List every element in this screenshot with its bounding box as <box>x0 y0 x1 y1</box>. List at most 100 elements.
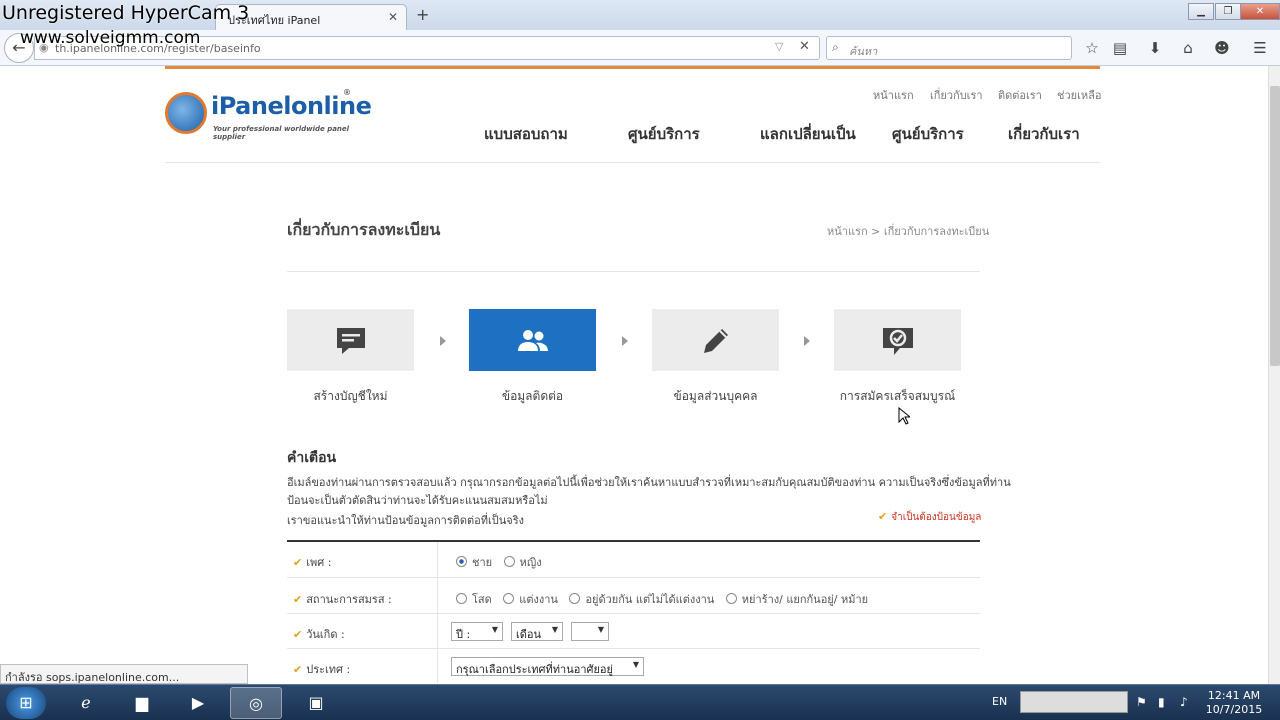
chevron-down-icon: ▼ <box>491 625 498 634</box>
hypercam-watermark: Unregistered HyperCam 3 <box>2 2 250 24</box>
minimize-icon[interactable]: ▁ <box>1188 3 1214 20</box>
menu-icon[interactable]: ☰ <box>1250 38 1270 58</box>
warning-title: คำเตือน <box>287 450 337 466</box>
nav-service-center-2[interactable]: ศูนย์บริการ <box>892 122 964 146</box>
stop-icon[interactable]: ✕ <box>799 39 810 54</box>
bookmarks-list-icon[interactable]: ▤ <box>1110 38 1130 58</box>
radio-button[interactable] <box>569 593 581 604</box>
watermark-url: www.solveigmm.com <box>20 28 201 48</box>
message-icon <box>287 309 414 371</box>
year-select-value: ปี : <box>456 628 471 641</box>
month-select-value: เดือน <box>516 628 542 641</box>
country-select[interactable]: กรุณาเลือกประเทศที่ท่านอาศัยอยู่ ▼ <box>451 657 644 676</box>
required-note-text: จำเป็นต้องป้อนข้อมูล <box>891 512 982 523</box>
close-tab-icon[interactable]: ✕ <box>388 10 398 24</box>
home-icon[interactable]: ⌂ <box>1178 38 1198 58</box>
required-note: ✔ จำเป็นต้องป้อนข้อมูล <box>878 510 981 525</box>
clock-time: 12:41 AM <box>1207 689 1261 702</box>
nav-service-center[interactable]: ศูนย์บริการ <box>628 122 700 146</box>
download-icon[interactable]: ⬇ <box>1145 38 1165 58</box>
url-dropdown-icon[interactable]: ▽ <box>775 40 783 53</box>
form-top-border <box>287 540 980 542</box>
new-tab-icon[interactable]: + <box>416 5 429 24</box>
radio-button[interactable] <box>725 593 737 604</box>
header-divider <box>165 162 1100 163</box>
screen: ประเทศไทย iPanel ✕ + ▁ ❐ ✕ ← ◉ th.ipanel… <box>0 0 1280 720</box>
internet-explorer-icon[interactable]: ℯ <box>60 687 112 719</box>
app-window-icon[interactable]: ▣ <box>290 687 342 719</box>
day-select[interactable]: ▼ <box>571 622 609 641</box>
step-label-personal-info: ข้อมูลส่วนบุคคล <box>673 389 758 403</box>
vertical-scrollbar[interactable] <box>1268 66 1280 684</box>
gender-radio-group: ชาย หญิง <box>456 553 550 571</box>
registered-mark: ® <box>343 88 351 97</box>
check-icon: ✔ <box>293 628 303 641</box>
marital-label-text: สถานะการสมรส : <box>306 593 392 606</box>
chevron-down-icon: ▼ <box>632 660 639 669</box>
top-link-help[interactable]: ช่วยเหลือ <box>1057 86 1101 104</box>
radio-button[interactable] <box>456 556 467 567</box>
top-link-home[interactable]: หน้าแรก <box>873 86 914 104</box>
nav-survey[interactable]: แบบสอบถาม <box>484 122 568 146</box>
marital-option-married[interactable]: แต่งงาน <box>503 593 558 606</box>
close-window-icon[interactable]: ✕ <box>1240 3 1280 20</box>
step-arrow-icon <box>440 336 446 346</box>
warning-text-line: อีเมล์ของท่านผ่านการตรวจสอบแล้ว กรุณากรอ… <box>287 476 1011 489</box>
battery-icon[interactable]: ▮ <box>1158 695 1165 709</box>
gender-option-male[interactable]: ชาย <box>456 556 492 569</box>
browser-status-bar: กำลังรอ sops.ipanelonline.com... <box>0 664 248 684</box>
maximize-icon[interactable]: ❐ <box>1215 3 1241 20</box>
search-placeholder: ค้นหา <box>849 45 878 58</box>
language-indicator[interactable]: EN <box>992 695 1007 708</box>
radio-button[interactable] <box>503 556 515 567</box>
media-player-icon[interactable]: ▶ <box>172 687 224 719</box>
marital-option-single[interactable]: โสด <box>456 593 492 606</box>
form-row-divider <box>287 613 980 614</box>
file-explorer-icon[interactable]: ▆ <box>116 687 168 719</box>
birthday-label-text: วันเกิด : <box>306 628 345 641</box>
windows-start-icon[interactable]: ⊞ <box>6 687 46 719</box>
warning-text-line: ป้อนจะเป็นตัวตัดสินว่าท่านจะได้รับคะแนนส… <box>287 494 548 507</box>
volume-icon[interactable]: ♪ <box>1180 695 1188 709</box>
system-clock[interactable]: 12:41 AM 10/7/2015 <box>1204 689 1264 717</box>
chevron-down-icon: ▼ <box>551 625 558 634</box>
step-arrow-icon <box>804 336 810 346</box>
gender-label: ✔ เพศ : <box>293 553 331 571</box>
country-label: ✔ ประเทศ : <box>293 660 350 678</box>
search-icon: ⌕ <box>832 40 839 54</box>
search-bar[interactable]: ⌕ ค้นหา <box>826 36 1072 60</box>
check-icon: ✔ <box>293 663 303 676</box>
step-contact-info <box>469 309 596 371</box>
mouse-cursor-icon <box>898 407 910 425</box>
month-select[interactable]: เดือน ▼ <box>511 622 563 641</box>
nav-exchange[interactable]: แลกเปลี่ยนเป็น <box>760 122 856 146</box>
firefox-icon[interactable]: ◎ <box>230 687 282 719</box>
marital-option-cohabiting[interactable]: อยู่ด้วยกัน แต่ไม่ได้แต่งงาน <box>569 593 714 606</box>
radio-button[interactable] <box>456 593 467 604</box>
nav-about[interactable]: เกี่ยวกับเรา <box>1008 122 1080 146</box>
year-select[interactable]: ปี : ▼ <box>451 622 503 641</box>
top-link-contact[interactable]: ติดต่อเรา <box>998 86 1042 104</box>
radio-button[interactable] <box>503 593 515 604</box>
top-link-about[interactable]: เกี่ยวกับเรา <box>930 86 983 104</box>
radio-label: หย่าร้าง/ แยกกันอยู่/ หม้าย <box>741 593 869 606</box>
warning-text-line: เราขอแนะนำให้ท่านป้อนข้อมูลการติดต่อที่เ… <box>287 514 524 527</box>
gender-label-text: เพศ : <box>306 556 332 569</box>
site-logo[interactable]: iPanelonline ® Your professional worldwi… <box>165 88 372 141</box>
marital-option-divorced[interactable]: หย่าร้าง/ แยกกันอยู่/ หม้าย <box>725 593 869 606</box>
step-create-account <box>287 309 414 371</box>
step-complete <box>834 309 961 371</box>
radio-label: ชาย <box>472 556 493 569</box>
gender-option-female[interactable]: หญิง <box>503 556 542 569</box>
radio-label: โสด <box>472 593 492 606</box>
breadcrumb[interactable]: หน้าแรก > เกี่ยวกับการลงทะเบียน <box>827 222 989 240</box>
bookmark-star-icon[interactable]: ☆ <box>1082 38 1102 58</box>
network-icon[interactable]: ⚑ <box>1136 695 1147 709</box>
hypercam-tray-controls[interactable] <box>1020 691 1128 713</box>
header-accent-line <box>165 66 1100 69</box>
radio-label: อยู่ด้วยกัน แต่ไม่ได้แต่งงาน <box>585 593 715 606</box>
marital-label: ✔ สถานะการสมรส : <box>293 590 392 608</box>
scrollbar-thumb[interactable] <box>1270 86 1280 366</box>
chat-icon[interactable]: ☻ <box>1212 38 1232 58</box>
step-label-contact-info: ข้อมูลติดต่อ <box>501 389 564 403</box>
